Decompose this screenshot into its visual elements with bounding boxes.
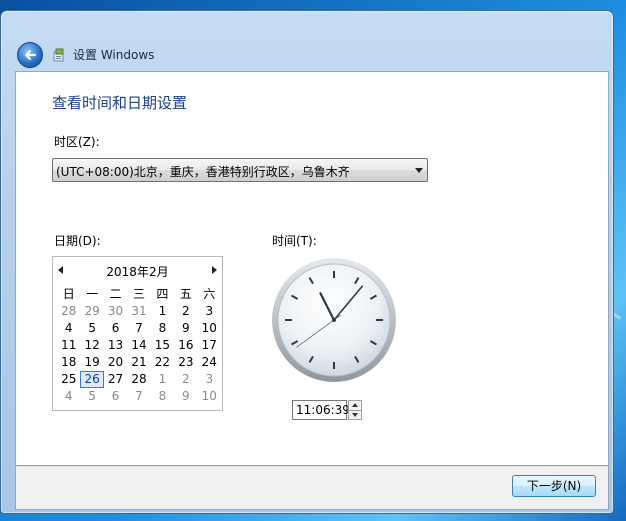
calendar-day[interactable]: 18 bbox=[57, 354, 80, 371]
setup-window: 设置 Windows 查看时间和日期设置 时区(Z): (UTC+08:00)北… bbox=[0, 10, 614, 514]
calendar-day[interactable]: 23 bbox=[174, 354, 197, 371]
calendar-day[interactable]: 2 bbox=[174, 371, 197, 388]
weekday-header: 四 bbox=[156, 287, 169, 301]
calendar-day[interactable]: 27 bbox=[104, 371, 127, 388]
calendar-day[interactable]: 17 bbox=[198, 337, 221, 354]
calendar-day[interactable]: 2 bbox=[174, 303, 197, 320]
time-input[interactable]: 11:06:39 bbox=[292, 400, 350, 420]
calendar-day[interactable]: 10 bbox=[198, 320, 221, 337]
calendar-day[interactable]: 8 bbox=[151, 320, 174, 337]
analog-clock bbox=[272, 258, 396, 382]
time-label: 时间(T): bbox=[272, 234, 317, 248]
calendar-day[interactable]: 29 bbox=[80, 303, 103, 320]
calendar-day[interactable]: 28 bbox=[57, 303, 80, 320]
next-month-icon[interactable] bbox=[212, 266, 217, 274]
spinner-up-icon[interactable] bbox=[352, 403, 358, 407]
calendar-day[interactable]: 28 bbox=[127, 371, 150, 388]
calendar-day[interactable]: 4 bbox=[57, 388, 80, 405]
calendar-day[interactable]: 12 bbox=[80, 337, 103, 354]
calendar-day[interactable]: 13 bbox=[104, 337, 127, 354]
calendar-day[interactable]: 6 bbox=[104, 388, 127, 405]
content-panel: 查看时间和日期设置 时区(Z): (UTC+08:00)北京，重庆，香港特别行政… bbox=[15, 71, 609, 466]
weekday-header: 五 bbox=[179, 287, 192, 301]
calendar-day[interactable]: 8 bbox=[151, 388, 174, 405]
calendar: 2018年2月 日一二三四五六 28 29 30 31 1 2 3 4 5 6 7 8 9 10 11 12 13… bbox=[52, 256, 223, 411]
title-bar: 设置 Windows bbox=[1, 11, 613, 71]
calendar-day[interactable]: 19 bbox=[80, 354, 103, 371]
calendar-day[interactable]: 20 bbox=[104, 354, 127, 371]
arrow-left-icon bbox=[24, 49, 37, 61]
setup-app-icon bbox=[53, 48, 64, 62]
calendar-day[interactable]: 15 bbox=[151, 337, 174, 354]
calendar-day[interactable]: 22 bbox=[151, 354, 174, 371]
weekday-header: 六 bbox=[203, 287, 216, 301]
time-spinner[interactable] bbox=[348, 400, 362, 420]
calendar-day[interactable]: 31 bbox=[127, 303, 150, 320]
window-title: 设置 Windows bbox=[73, 48, 155, 62]
weekday-header: 一 bbox=[86, 287, 99, 301]
calendar-day[interactable]: 3 bbox=[198, 371, 221, 388]
footer-bar: 下一步(N) bbox=[15, 466, 609, 510]
weekday-header: 日 bbox=[62, 287, 75, 301]
chevron-down-icon bbox=[415, 168, 423, 173]
calendar-day[interactable]: 1 bbox=[151, 303, 174, 320]
page-title: 查看时间和日期设置 bbox=[52, 94, 188, 112]
calendar-day[interactable]: 1 bbox=[151, 371, 174, 388]
calendar-day[interactable]: 9 bbox=[174, 320, 197, 337]
timezone-value: (UTC+08:00)北京，重庆，香港特别行政区，乌鲁木齐 bbox=[56, 165, 350, 179]
calendar-day[interactable]: 9 bbox=[174, 388, 197, 405]
timezone-dropdown[interactable]: (UTC+08:00)北京，重庆，香港特别行政区，乌鲁木齐 bbox=[52, 158, 428, 182]
calendar-day[interactable]: 6 bbox=[104, 320, 127, 337]
calendar-day[interactable]: 3 bbox=[198, 303, 221, 320]
clock-hub bbox=[332, 318, 336, 322]
calendar-day[interactable]: 4 bbox=[57, 320, 80, 337]
calendar-day[interactable]: 24 bbox=[198, 354, 221, 371]
calendar-day[interactable]: 21 bbox=[127, 354, 150, 371]
calendar-day[interactable]: 11 bbox=[57, 337, 80, 354]
calendar-day[interactable]: 16 bbox=[174, 337, 197, 354]
timezone-label: 时区(Z): bbox=[54, 135, 100, 149]
calendar-day[interactable]: 25 bbox=[57, 371, 80, 388]
calendar-grid: 日一二三四五六 28 29 30 31 1 2 3 4 5 6 7 8 9 10 11 12 13 14 15 16 17… bbox=[57, 286, 221, 405]
calendar-day[interactable]: 5 bbox=[80, 388, 103, 405]
calendar-day[interactable]: 30 bbox=[104, 303, 127, 320]
calendar-day[interactable]: 7 bbox=[127, 320, 150, 337]
calendar-header: 2018年2月 bbox=[53, 257, 222, 281]
back-button[interactable] bbox=[17, 42, 43, 68]
calendar-day[interactable]: 10 bbox=[198, 388, 221, 405]
weekday-header: 二 bbox=[109, 287, 122, 301]
date-label: 日期(D): bbox=[54, 234, 101, 248]
weekday-header: 三 bbox=[132, 287, 145, 301]
calendar-day[interactable]: 7 bbox=[127, 388, 150, 405]
calendar-month[interactable]: 2018年2月 bbox=[53, 263, 222, 280]
calendar-day[interactable]: 5 bbox=[80, 320, 103, 337]
calendar-day[interactable]: 14 bbox=[127, 337, 150, 354]
next-button[interactable]: 下一步(N) bbox=[512, 475, 596, 497]
spinner-down-icon[interactable] bbox=[352, 413, 358, 417]
calendar-day-selected[interactable]: 26 bbox=[80, 371, 104, 388]
